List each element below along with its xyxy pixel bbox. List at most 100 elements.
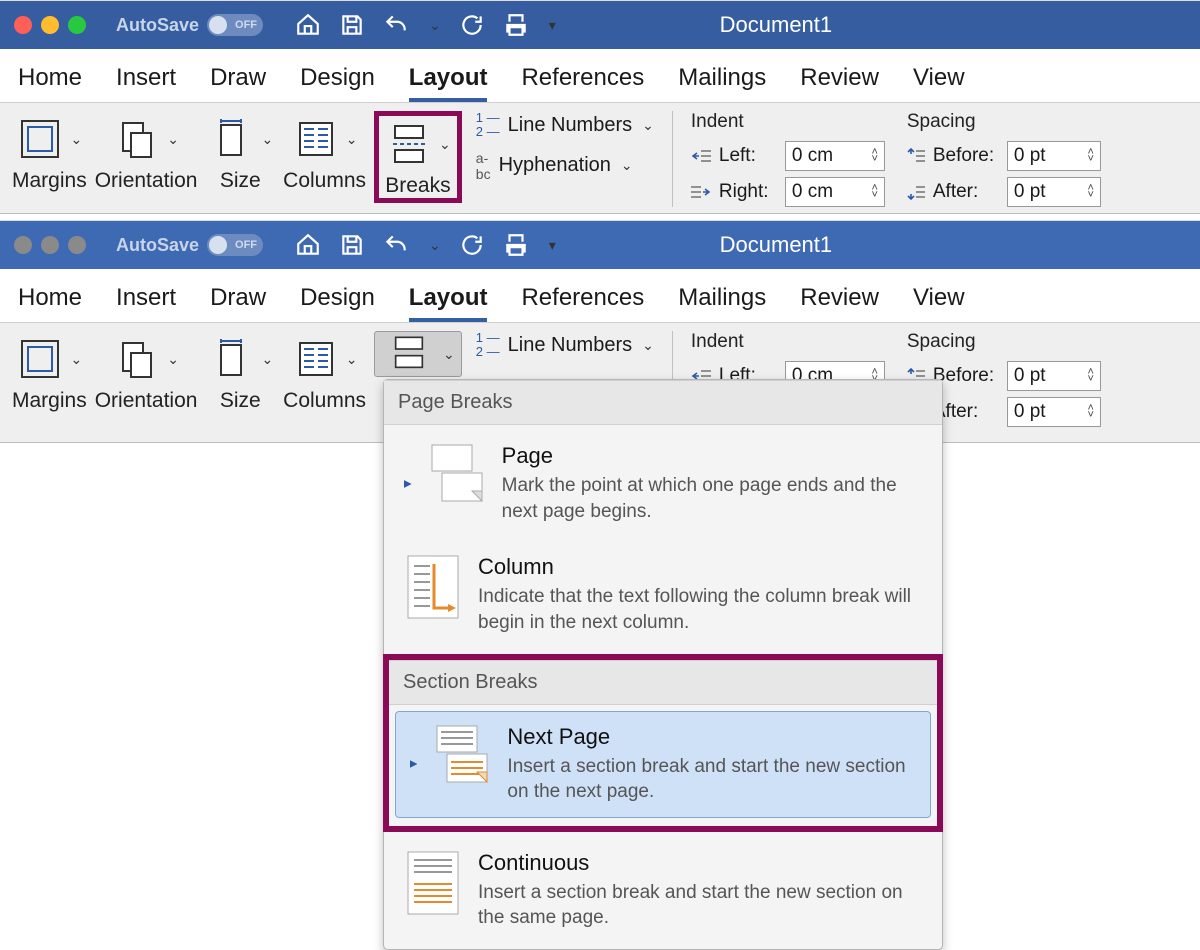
tab-design[interactable]: Design	[300, 284, 375, 322]
tab-layout[interactable]: Layout	[409, 284, 488, 322]
ribbon: ⌄ Margins ⌄ Orientation ⌄ Size ⌄ Columns	[0, 323, 1200, 443]
window-1: AutoSave OFF ⌄ ▾ Document1 Home Insert D…	[0, 0, 1200, 214]
spinner-arrows[interactable]: ˄˅	[1087, 185, 1093, 198]
orientation-group: ⌄ Orientation	[95, 111, 198, 193]
save-icon[interactable]	[339, 232, 365, 258]
play-indicator-icon	[410, 759, 417, 769]
next-page-break-item[interactable]: Next Page Insert a section break and sta…	[395, 711, 931, 818]
spacing-after-input[interactable]: 0 pt˄˅	[1007, 177, 1101, 207]
chevron-down-icon: ⌄	[443, 346, 455, 363]
tab-references[interactable]: References	[521, 284, 644, 322]
minimize-window-button[interactable]	[41, 236, 59, 254]
tab-insert[interactable]: Insert	[116, 64, 176, 102]
breaks-group: ⌄	[374, 331, 462, 377]
size-button[interactable]: ⌄	[205, 111, 275, 167]
zoom-window-button[interactable]	[68, 16, 86, 34]
margins-button[interactable]: ⌄	[14, 331, 84, 387]
tab-design[interactable]: Design	[300, 64, 375, 102]
tab-home[interactable]: Home	[18, 64, 82, 102]
autosave-control[interactable]: AutoSave OFF	[116, 234, 263, 256]
orientation-icon	[113, 115, 161, 163]
orientation-button[interactable]: ⌄	[111, 111, 181, 167]
size-icon	[207, 335, 255, 383]
close-window-button[interactable]	[14, 236, 32, 254]
spinner-arrows[interactable]: ˄˅	[1087, 369, 1093, 382]
undo-icon[interactable]	[383, 12, 409, 38]
close-window-button[interactable]	[14, 16, 32, 34]
spacing-after-input[interactable]: 0 pt˄˅	[1007, 397, 1101, 427]
repeat-icon[interactable]	[459, 232, 485, 258]
spinner-arrows[interactable]: ˄˅	[1087, 149, 1093, 162]
tab-home[interactable]: Home	[18, 284, 82, 322]
tab-draw[interactable]: Draw	[210, 284, 266, 322]
page-breaks-header: Page Breaks	[384, 380, 942, 425]
autosave-toggle[interactable]: OFF	[207, 234, 263, 256]
hyphenation-icon: a-bc	[476, 150, 491, 182]
spacing-header: Spacing	[907, 331, 1101, 353]
size-label: Size	[220, 389, 261, 413]
tab-mailings[interactable]: Mailings	[678, 64, 766, 102]
qat-customize-icon[interactable]: ▾	[549, 17, 556, 34]
breaks-dropdown: Page Breaks Page Mark the point at which…	[383, 379, 943, 950]
orientation-button[interactable]: ⌄	[111, 331, 181, 387]
tab-references[interactable]: References	[521, 64, 644, 102]
undo-dropdown-icon[interactable]: ⌄	[429, 237, 441, 254]
chevron-down-icon: ⌄	[70, 351, 82, 368]
spinner-arrows[interactable]: ˄˅	[871, 149, 877, 162]
page-break-item[interactable]: Page Mark the point at which one page en…	[390, 431, 936, 536]
tab-view[interactable]: View	[913, 284, 965, 322]
tab-review[interactable]: Review	[800, 284, 879, 322]
margins-group: ⌄ Margins	[12, 331, 87, 413]
breaks-button[interactable]: ⌄	[383, 116, 453, 172]
spinner-arrows[interactable]: ˄˅	[1087, 405, 1093, 418]
columns-button[interactable]: ⌄	[290, 111, 360, 167]
columns-button[interactable]: ⌄	[290, 331, 360, 387]
column-break-item[interactable]: Column Indicate that the text following …	[390, 542, 936, 647]
size-button[interactable]: ⌄	[205, 331, 275, 387]
repeat-icon[interactable]	[459, 12, 485, 38]
tab-mailings[interactable]: Mailings	[678, 284, 766, 322]
columns-label: Columns	[283, 389, 366, 413]
line-numbers-button[interactable]: 1 —2 — Line Numbers ⌄	[476, 111, 654, 140]
chevron-down-icon: ⌄	[621, 157, 633, 174]
undo-dropdown-icon[interactable]: ⌄	[429, 17, 441, 34]
ribbon: ⌄ Margins ⌄ Orientation ⌄ Size ⌄ Columns	[0, 103, 1200, 214]
tab-layout[interactable]: Layout	[409, 64, 488, 102]
hyphenation-button[interactable]: a-bc Hyphenation ⌄	[476, 150, 654, 182]
ribbon-tabs: Home Insert Draw Design Layout Reference…	[0, 269, 1200, 323]
qat-customize-icon[interactable]: ▾	[549, 237, 556, 254]
tab-insert[interactable]: Insert	[116, 284, 176, 322]
column-break-title: Column	[478, 554, 922, 580]
continuous-break-item[interactable]: Continuous Insert a section break and st…	[390, 838, 936, 943]
indent-left-input[interactable]: 0 cm ˄˅	[785, 141, 885, 171]
zoom-window-button[interactable]	[68, 236, 86, 254]
indent-right-icon	[691, 185, 711, 199]
tab-review[interactable]: Review	[800, 64, 879, 102]
print-icon[interactable]	[503, 232, 529, 258]
spacing-before-input[interactable]: 0 pt˄˅	[1007, 141, 1101, 171]
margins-icon	[16, 335, 64, 383]
autosave-control[interactable]: AutoSave OFF	[116, 14, 263, 36]
home-icon[interactable]	[295, 12, 321, 38]
home-icon[interactable]	[295, 232, 321, 258]
document-title: Document1	[566, 232, 986, 258]
margins-button[interactable]: ⌄	[14, 111, 84, 167]
breaks-button-pressed[interactable]: ⌄	[374, 331, 462, 377]
indent-right-input[interactable]: 0 cm˄˅	[785, 177, 885, 207]
print-icon[interactable]	[503, 12, 529, 38]
line-numbers-button[interactable]: 1 —2 — Line Numbers ⌄	[476, 331, 654, 360]
indent-left-value: 0 cm	[792, 145, 833, 167]
tab-view[interactable]: View	[913, 64, 965, 102]
chevron-down-icon: ⌄	[346, 351, 358, 368]
undo-icon[interactable]	[383, 232, 409, 258]
spinner-arrows[interactable]: ˄˅	[871, 185, 877, 198]
autosave-toggle[interactable]: OFF	[207, 14, 263, 36]
minimize-window-button[interactable]	[41, 16, 59, 34]
save-icon[interactable]	[339, 12, 365, 38]
spacing-before-input[interactable]: 0 pt˄˅	[1007, 361, 1101, 391]
tab-draw[interactable]: Draw	[210, 64, 266, 102]
section-breaks-highlight: Section Breaks Next Page Insert a sectio…	[383, 654, 943, 832]
orientation-group: ⌄ Orientation	[95, 331, 198, 413]
window-2: AutoSave OFF ⌄ ▾ Document1 Home Insert D…	[0, 220, 1200, 883]
columns-group: ⌄ Columns	[283, 111, 366, 193]
